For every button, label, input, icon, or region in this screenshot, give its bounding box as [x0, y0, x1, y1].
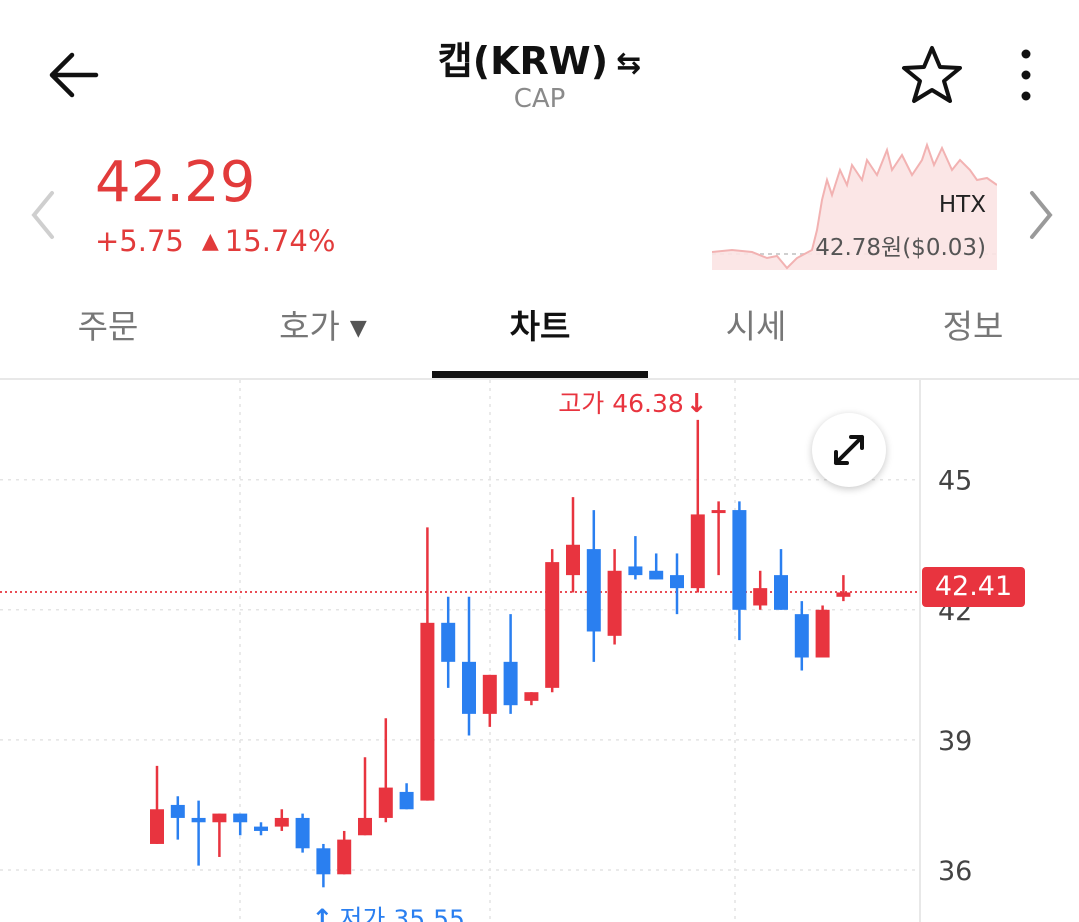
candle-body — [441, 622, 456, 662]
candle-body — [358, 817, 372, 836]
candle-body — [150, 809, 164, 844]
candle-body — [170, 804, 185, 818]
candle-body — [524, 692, 539, 701]
caret-down-icon: ▼ — [349, 316, 367, 341]
coin-name: 캡(KRW) — [437, 39, 609, 83]
candle-body — [649, 570, 664, 580]
tab-order[interactable]: 주문 — [20, 300, 196, 360]
tab-info[interactable]: 정보 — [880, 300, 1066, 360]
y-tick-label: 39 — [938, 726, 972, 757]
candle-body — [690, 514, 705, 589]
candle-body — [399, 791, 414, 810]
candle-body — [607, 570, 622, 636]
y-tick-label: 45 — [938, 466, 972, 497]
candle-body — [233, 813, 248, 823]
up-triangle-icon: ▲ — [201, 229, 219, 254]
candle-body — [316, 848, 331, 875]
candle-body — [628, 566, 643, 576]
tab-label: 정보 — [942, 307, 1004, 346]
candle-body — [295, 817, 310, 849]
change-absolute: +5.75 — [95, 224, 184, 258]
candle-body — [191, 817, 206, 823]
candlestick-chart[interactable]: 45423936고가 46.38 ↓↑ 저가 35.55 — [0, 380, 1079, 922]
candle-body — [836, 592, 851, 597]
candle-body — [274, 817, 289, 827]
candle-body — [212, 813, 227, 823]
tab-chart[interactable]: 차트 — [432, 300, 648, 360]
change-percent: 15.74% — [224, 224, 336, 258]
candle-body — [420, 622, 435, 801]
high-price-label: 고가 46.38 — [558, 389, 684, 418]
low-price-label: 저가 35.55 — [339, 904, 465, 922]
tab-label: 차트 — [509, 307, 571, 346]
candle-body — [545, 562, 560, 688]
y-tick-label: 36 — [938, 856, 972, 887]
candle-body — [586, 549, 601, 632]
candle-body — [774, 575, 788, 610]
candle-body — [254, 826, 268, 831]
tab-label: 시세 — [725, 307, 787, 346]
candle-body — [482, 674, 497, 714]
current-price-tag: 42.41 — [922, 567, 1025, 607]
favorite-star-icon[interactable] — [898, 42, 966, 110]
tab-market-price[interactable]: 시세 — [648, 300, 864, 360]
price-change: +5.75 ▲ 15.74% — [95, 224, 335, 258]
candle-body — [378, 787, 393, 818]
tab-label: 호가 — [279, 307, 340, 346]
tab-orderbook[interactable]: 호가 ▼ — [215, 300, 431, 360]
exchange-name: HTX — [938, 192, 986, 218]
candle-body — [794, 614, 809, 658]
up-arrow-icon: ↑ — [311, 904, 333, 922]
chevron-left-icon[interactable] — [24, 185, 64, 245]
swap-currency-icon[interactable]: ⇆ — [616, 46, 641, 81]
candle-body — [711, 510, 726, 514]
more-menu-icon[interactable] — [1000, 42, 1052, 110]
candle-body — [815, 609, 830, 658]
tab-label: 주문 — [77, 307, 139, 346]
candle-body — [753, 588, 768, 606]
down-arrow-icon: ↓ — [686, 389, 708, 419]
candle-body — [732, 510, 747, 610]
exchange-price: 42.78원($0.03) — [815, 235, 986, 261]
chevron-right-icon[interactable] — [1020, 185, 1060, 245]
candle-body — [566, 544, 580, 576]
expand-chart-button[interactable] — [812, 413, 886, 487]
candle-body — [503, 661, 518, 706]
current-price: 42.29 — [95, 150, 256, 215]
candle-body — [670, 575, 684, 589]
expand-icon — [834, 435, 864, 465]
candle-body — [462, 661, 476, 714]
candle-body — [337, 839, 352, 875]
